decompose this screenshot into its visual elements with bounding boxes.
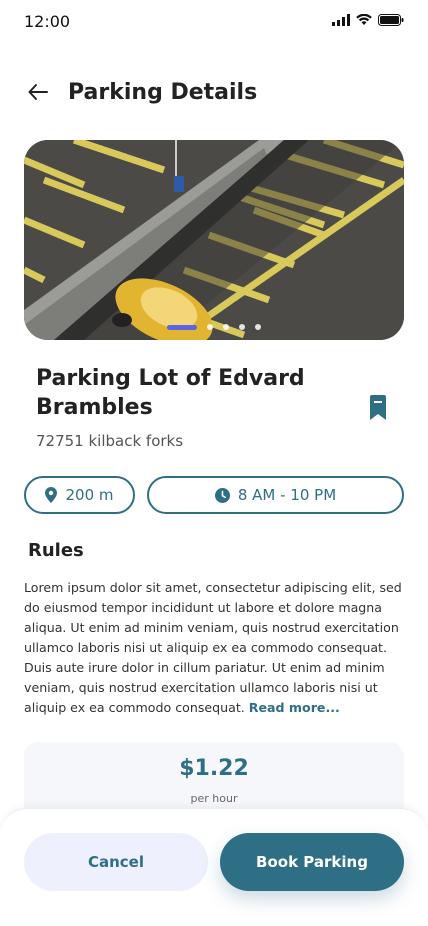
wifi-icon bbox=[356, 14, 372, 25]
book-parking-button[interactable]: Book Parking bbox=[220, 833, 404, 891]
lot-address: 72751 kilback forks bbox=[36, 432, 184, 450]
arrow-left-icon bbox=[28, 84, 48, 100]
battery-icon bbox=[378, 14, 404, 26]
page-title: Parking Details bbox=[68, 79, 258, 105]
cancel-button[interactable]: Cancel bbox=[24, 833, 208, 891]
bottom-action-bar: Cancel Book Parking bbox=[0, 808, 428, 926]
carousel-indicator bbox=[24, 324, 404, 330]
clock-icon bbox=[214, 487, 230, 503]
carousel-dot[interactable] bbox=[255, 324, 261, 330]
parking-lot-image bbox=[24, 140, 404, 340]
price-unit: per hour bbox=[190, 792, 238, 805]
distance-chip[interactable]: 200 m bbox=[24, 476, 135, 514]
price-value: $1.22 bbox=[179, 756, 249, 781]
carousel-dot[interactable] bbox=[223, 324, 229, 330]
signal-icon bbox=[332, 14, 350, 26]
lot-name: Parking Lot of Edvard Brambles bbox=[36, 366, 305, 420]
distance-label: 200 m bbox=[65, 486, 114, 504]
status-bar: 12:00 bbox=[0, 0, 428, 44]
rules-body: Lorem ipsum dolor sit amet, consectetur … bbox=[24, 580, 402, 715]
hours-label: 8 AM - 10 PM bbox=[237, 486, 337, 504]
status-time: 12:00 bbox=[24, 12, 71, 31]
status-icons bbox=[332, 14, 404, 26]
carousel-dot-active[interactable] bbox=[167, 324, 197, 330]
parking-image-carousel[interactable] bbox=[24, 140, 404, 340]
bookmark-icon bbox=[370, 395, 386, 420]
bookmark-button[interactable] bbox=[366, 394, 390, 422]
hours-chip[interactable]: 8 AM - 10 PM bbox=[147, 476, 404, 514]
back-button[interactable] bbox=[24, 78, 52, 106]
carousel-dot[interactable] bbox=[207, 324, 213, 330]
rules-text: Lorem ipsum dolor sit amet, consectetur … bbox=[24, 578, 404, 718]
location-pin-icon bbox=[45, 487, 58, 503]
rules-title: Rules bbox=[28, 540, 84, 561]
read-more-link[interactable]: Read more... bbox=[249, 700, 340, 715]
carousel-dot[interactable] bbox=[239, 324, 245, 330]
header: Parking Details bbox=[24, 72, 404, 112]
